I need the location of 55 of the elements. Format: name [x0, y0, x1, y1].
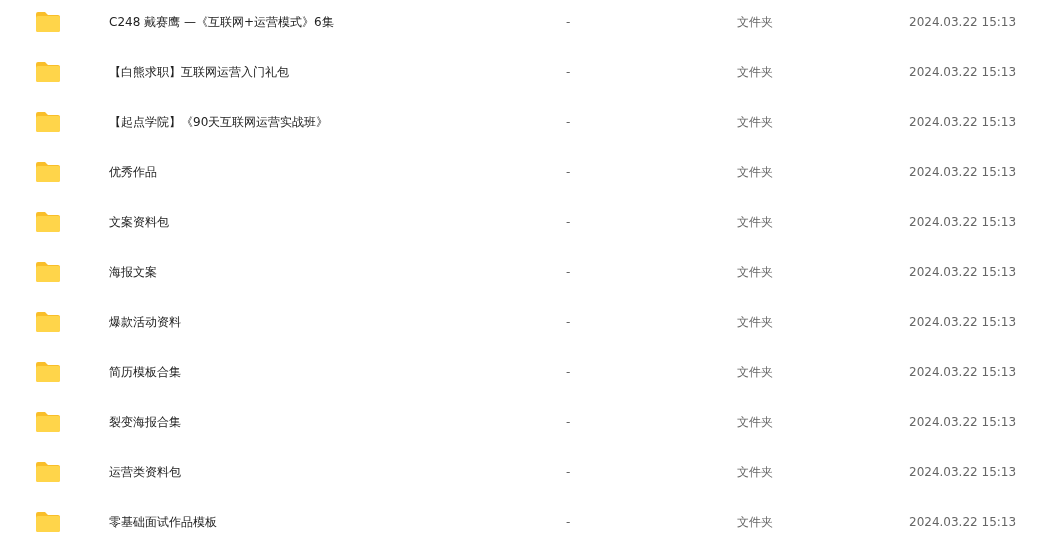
modified-date: 2024.03.22 15:13: [909, 415, 1017, 429]
file-size: -: [566, 365, 571, 379]
file-size: -: [566, 15, 571, 29]
file-size: -: [566, 415, 571, 429]
file-type: 文件夹: [737, 163, 773, 181]
modified-date: 2024.03.22 15:13: [909, 465, 1017, 479]
folder-icon: [35, 361, 61, 383]
file-name[interactable]: 运营类资料包: [109, 463, 181, 481]
file-size: -: [566, 515, 571, 529]
folder-icon: [35, 261, 61, 283]
modified-date: 2024.03.22 15:13: [909, 15, 1017, 29]
file-type: 文件夹: [737, 213, 773, 231]
modified-date: 2024.03.22 15:13: [909, 315, 1017, 329]
folder-icon: [35, 61, 61, 83]
folder-icon: [35, 211, 61, 233]
file-type: 文件夹: [737, 113, 773, 131]
modified-date: 2024.03.22 15:13: [909, 215, 1017, 229]
file-size: -: [566, 215, 571, 229]
modified-date: 2024.03.22 15:13: [909, 115, 1017, 129]
folder-icon: [35, 411, 61, 433]
file-type: 文件夹: [737, 463, 773, 481]
file-name[interactable]: 零基础面试作品模板: [109, 513, 217, 531]
file-name[interactable]: 简历模板合集: [109, 363, 181, 381]
file-name[interactable]: C248 戴赛鹰 —《互联网+运营模式》6集: [109, 13, 334, 31]
file-size: -: [566, 65, 571, 79]
file-size: -: [566, 465, 571, 479]
file-type: 文件夹: [737, 363, 773, 381]
folder-icon: [35, 161, 61, 183]
file-name[interactable]: 海报文案: [109, 263, 157, 281]
file-type: 文件夹: [737, 513, 773, 531]
modified-date: 2024.03.22 15:13: [909, 65, 1017, 79]
file-size: -: [566, 265, 571, 279]
modified-date: 2024.03.22 15:13: [909, 515, 1017, 529]
file-type: 文件夹: [737, 313, 773, 331]
file-name[interactable]: 裂变海报合集: [109, 413, 181, 431]
folder-icon: [35, 11, 61, 33]
file-name[interactable]: 优秀作品: [109, 163, 157, 181]
file-name[interactable]: 【白熊求职】互联网运营入门礼包: [109, 63, 289, 81]
folder-icon: [35, 311, 61, 333]
file-type: 文件夹: [737, 13, 773, 31]
file-type: 文件夹: [737, 63, 773, 81]
folder-icon: [35, 511, 61, 533]
file-name[interactable]: 文案资料包: [109, 213, 169, 231]
folder-icon: [35, 111, 61, 133]
file-size: -: [566, 165, 571, 179]
file-size: -: [566, 115, 571, 129]
file-name[interactable]: 爆款活动资料: [109, 313, 181, 331]
file-size: -: [566, 315, 571, 329]
file-name[interactable]: 【起点学院】《90天互联网运营实战班》: [109, 113, 329, 131]
modified-date: 2024.03.22 15:13: [909, 265, 1017, 279]
modified-date: 2024.03.22 15:13: [909, 165, 1017, 179]
file-type: 文件夹: [737, 263, 773, 281]
folder-icon: [35, 461, 61, 483]
file-type: 文件夹: [737, 413, 773, 431]
modified-date: 2024.03.22 15:13: [909, 365, 1017, 379]
